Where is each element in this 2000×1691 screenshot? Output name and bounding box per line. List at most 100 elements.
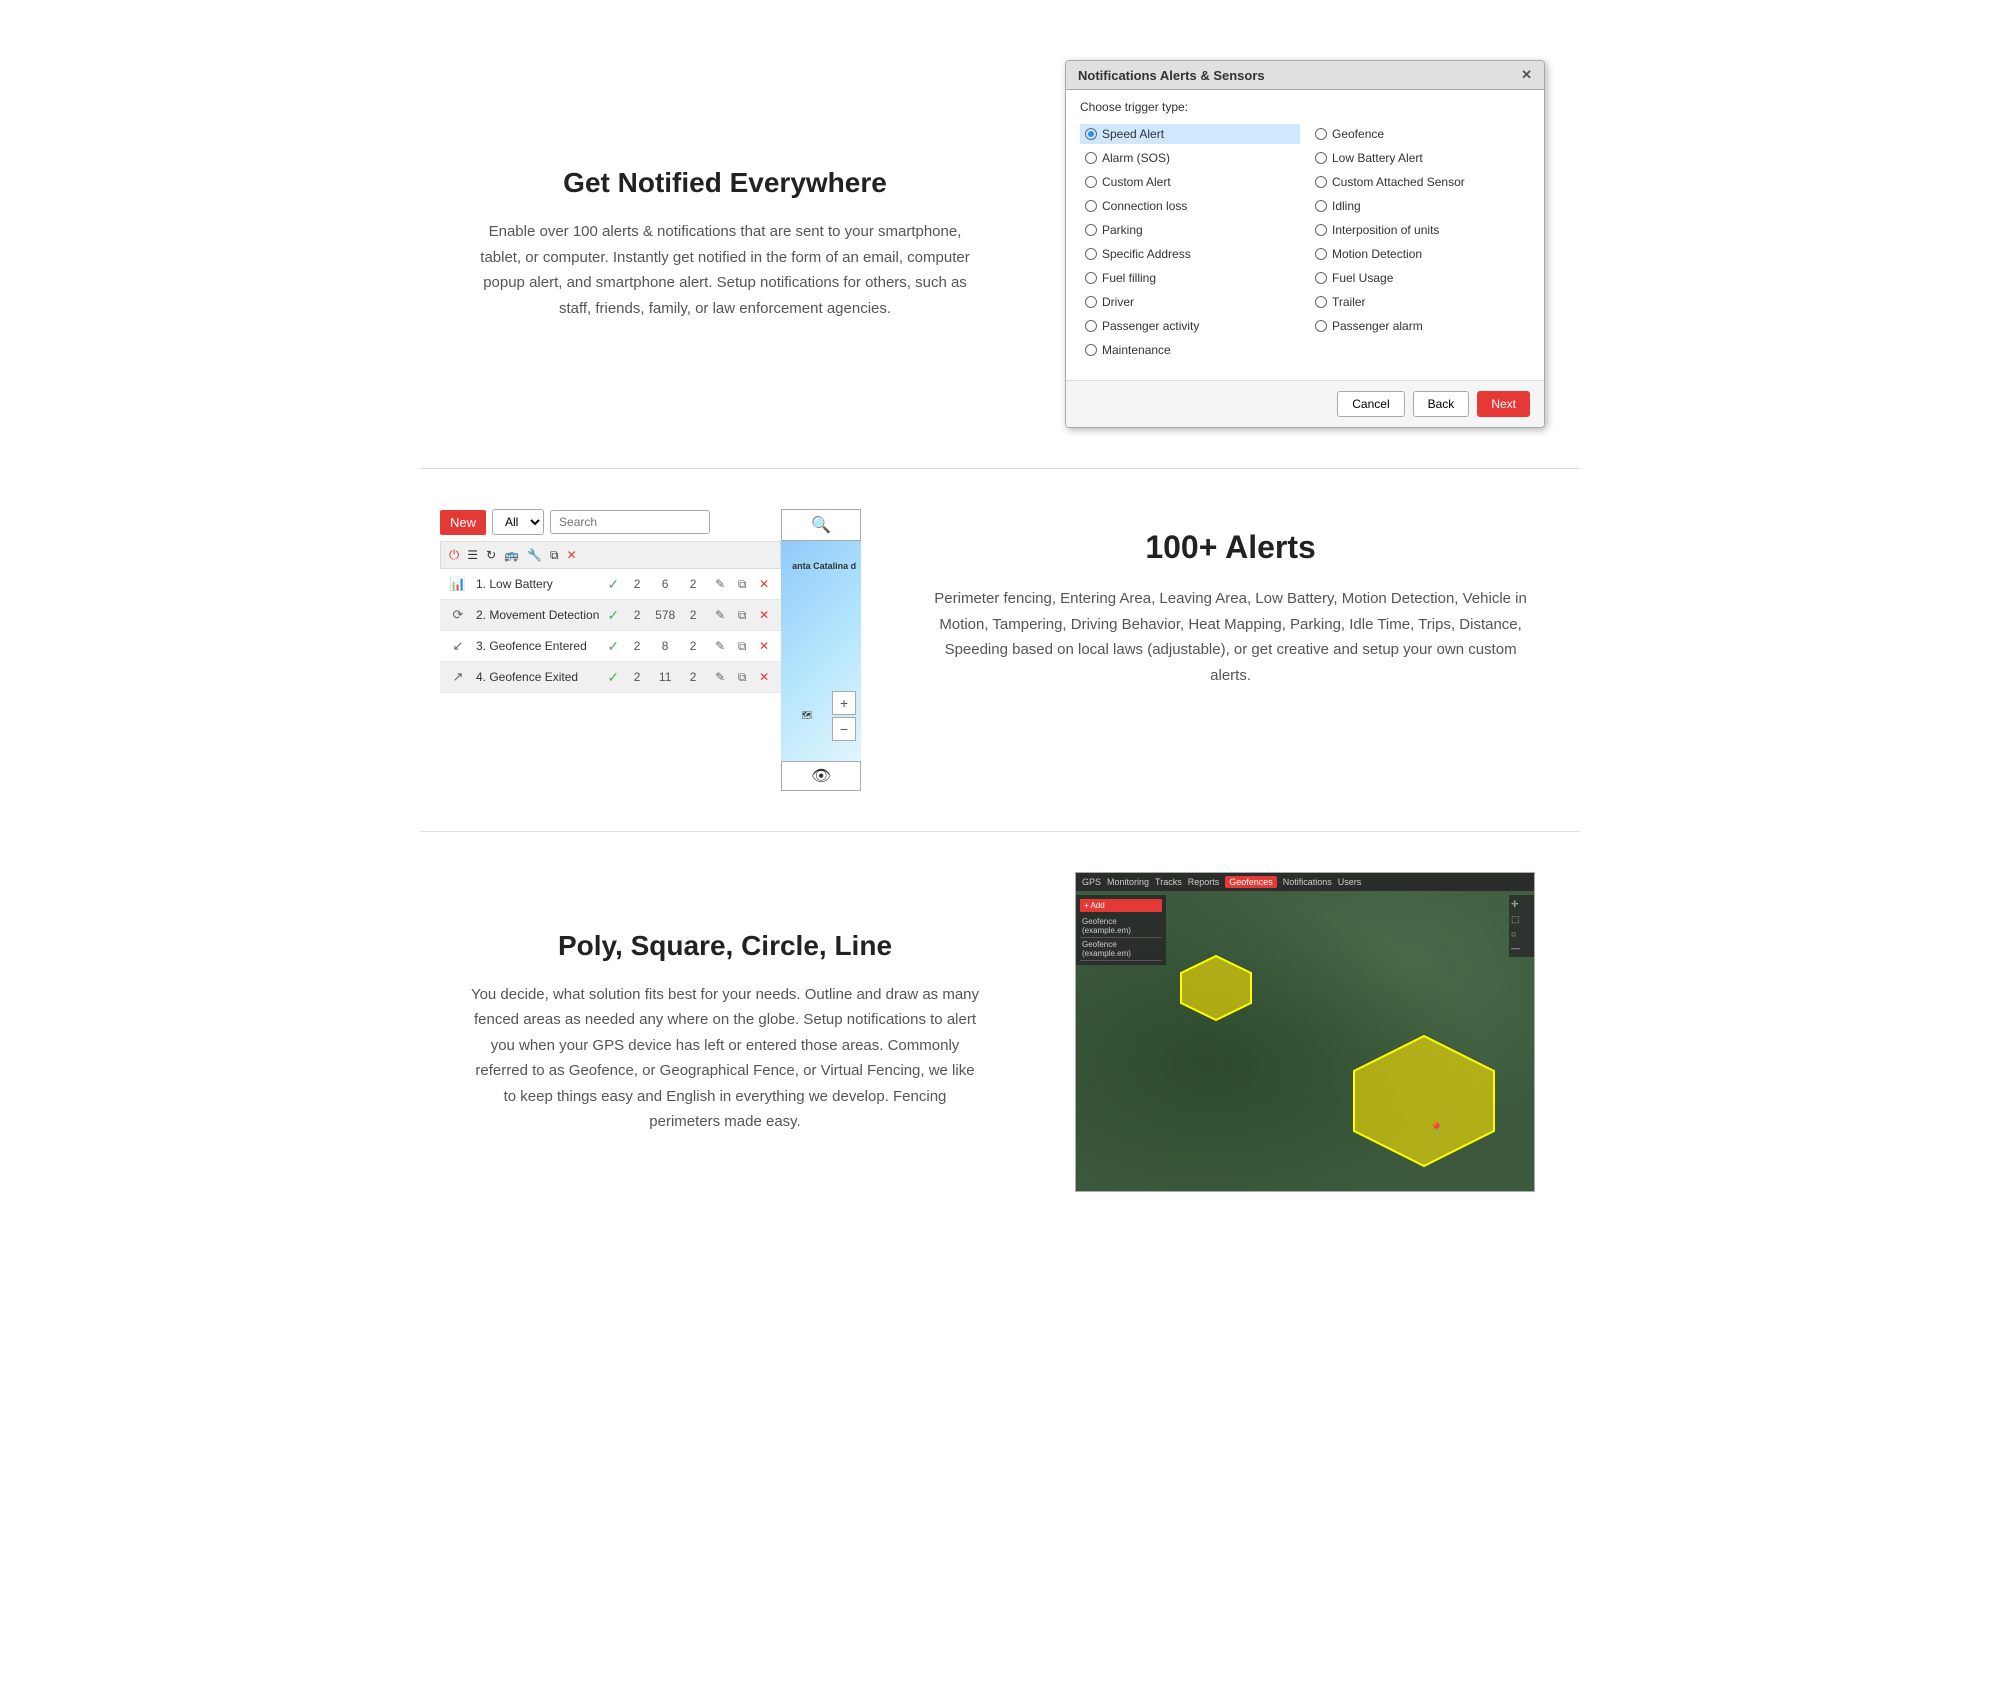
toolbar-icon-3: ○ [1511,929,1532,939]
wrench-icon: 🔧 [527,548,542,562]
alert-name: 3. Geofence Entered [476,639,599,653]
alert-num2: 578 [655,608,675,622]
zoom-out-button[interactable]: − [832,717,856,741]
edit-icon[interactable]: ✎ [711,668,729,686]
copy-icon: ⧉ [550,548,559,563]
alert-num3: 2 [683,639,703,653]
alert-num1: 2 [627,608,647,622]
trigger-fuel-filling[interactable]: Fuel filling [1080,268,1300,288]
radio-driver [1085,296,1097,308]
radio-passenger-alarm [1315,320,1327,332]
trigger-passenger-alarm[interactable]: Passenger alarm [1310,316,1530,336]
cancel-button[interactable]: Cancel [1337,391,1404,417]
toolbar-icon-4: — [1511,943,1532,953]
close-header-icon: ✕ [567,548,577,562]
trigger-idling[interactable]: Idling [1310,196,1530,216]
dialog-titlebar: Notifications Alerts & Sensors ✕ [1066,61,1544,90]
section2-description: Perimeter fencing, Entering Area, Leavin… [931,586,1530,688]
geofence-polygon-small [1176,953,1256,1023]
alerts-panel: New All ⏻ ☰ ↻ 🚌 🔧 ⧉ ✕ [440,509,781,693]
radio-interposition [1315,224,1327,236]
trigger-passenger-activity[interactable]: Passenger activity [1080,316,1300,336]
zoom-in-button[interactable]: + [832,691,856,715]
radio-trailer [1315,296,1327,308]
alert-num2: 11 [655,670,675,684]
radio-idling [1315,200,1327,212]
copy-row-icon[interactable]: ⧉ [733,637,751,655]
edit-icon[interactable]: ✎ [711,575,729,593]
check-icon: ✓ [607,638,619,655]
alerts-toolbar: New All [440,509,781,535]
trigger-driver[interactable]: Driver [1080,292,1300,312]
alerts-table-header: ⏻ ☰ ↻ 🚌 🔧 ⧉ ✕ [440,541,781,569]
edit-icon[interactable]: ✎ [711,606,729,624]
toolbar-icon-2: ⬚ [1511,914,1532,925]
dialog-subtitle: Choose trigger type: [1080,100,1530,114]
radio-specific-address [1085,248,1097,260]
trigger-options-grid: Speed Alert Geofence Alarm (SOS) Lo [1080,124,1530,360]
section1-title: Get Notified Everywhere [470,167,980,199]
alert-actions: ✎ ⧉ ✕ [711,668,773,686]
trigger-fuel-usage[interactable]: Fuel Usage [1310,268,1530,288]
copy-row-icon[interactable]: ⧉ [733,606,751,624]
alert-num2: 6 [655,577,675,591]
trigger-custom-sensor[interactable]: Custom Attached Sensor [1310,172,1530,192]
trigger-trailer[interactable]: Trailer [1310,292,1530,312]
radio-connection-loss [1085,200,1097,212]
check-icon: ✓ [607,576,619,593]
refresh-icon: ↻ [486,548,496,562]
geo-add-button[interactable]: + Add [1080,899,1162,912]
check-icon: ✓ [607,607,619,624]
alert-actions: ✎ ⧉ ✕ [711,606,773,624]
movement-icon: ⟳ [448,605,468,625]
geofence-polygon-large [1344,1031,1504,1171]
dialog-body: Choose trigger type: Speed Alert Geofenc… [1066,90,1544,380]
trigger-speed-alert[interactable]: Speed Alert [1080,124,1300,144]
eye-icon: 👁 [811,766,831,786]
radio-fuel-filling [1085,272,1097,284]
section2-title: 100+ Alerts [931,529,1530,566]
copy-row-icon[interactable]: ⧉ [733,668,751,686]
map-area: anta Catalina d 🗺 + − [781,541,861,761]
map-layers-icon: 🗺 [801,710,812,721]
alert-actions: ✎ ⧉ ✕ [711,575,773,593]
trigger-alarm[interactable]: Alarm (SOS) [1080,148,1300,168]
alert-name: 1. Low Battery [476,577,599,591]
page-wrapper: Get Notified Everywhere Enable over 100 … [400,0,1600,1252]
close-icon[interactable]: ✕ [1521,67,1532,83]
trigger-motion-detection[interactable]: Motion Detection [1310,244,1530,264]
trigger-geofence[interactable]: Geofence [1310,124,1530,144]
section1-description: Enable over 100 alerts & notifications t… [470,219,980,321]
trigger-low-battery-alert[interactable]: Low Battery Alert [1310,148,1530,168]
section2-text: 100+ Alerts Perimeter fencing, Entering … [901,509,1560,688]
trigger-connection-loss[interactable]: Connection loss [1080,196,1300,216]
section3-description: You decide, what solution fits best for … [470,982,980,1135]
alerts-container: New All ⏻ ☰ ↻ 🚌 🔧 ⧉ ✕ [440,509,861,791]
copy-row-icon[interactable]: ⧉ [733,575,751,593]
trigger-parking[interactable]: Parking [1080,220,1300,240]
new-button[interactable]: New [440,510,486,535]
delete-icon[interactable]: ✕ [755,606,773,624]
vehicle-icon: 🚌 [504,548,519,562]
edit-icon[interactable]: ✎ [711,637,729,655]
back-button[interactable]: Back [1413,391,1470,417]
section3-image: GPS Monitoring Tracks Reports Geofences … [1050,872,1560,1192]
delete-icon[interactable]: ✕ [755,637,773,655]
trigger-maintenance[interactable]: Maintenance [1080,340,1300,360]
alert-num1: 2 [627,639,647,653]
next-button[interactable]: Next [1477,391,1530,417]
trigger-custom-alert[interactable]: Custom Alert [1080,172,1300,192]
radio-geofence [1315,128,1327,140]
search-input[interactable] [550,510,710,534]
section-alerts: New All ⏻ ☰ ↻ 🚌 🔧 ⧉ ✕ [420,469,1580,832]
radio-alarm [1085,152,1097,164]
delete-icon[interactable]: ✕ [755,575,773,593]
list-icon: ☰ [467,548,478,562]
alert-num3: 2 [683,608,703,622]
trigger-interposition[interactable]: Interposition of units [1310,220,1530,240]
delete-icon[interactable]: ✕ [755,668,773,686]
filter-dropdown[interactable]: All [492,509,544,535]
section-geofence: Poly, Square, Circle, Line You decide, w… [420,832,1580,1232]
dialog-footer: Cancel Back Next [1066,380,1544,427]
trigger-specific-address[interactable]: Specific Address [1080,244,1300,264]
